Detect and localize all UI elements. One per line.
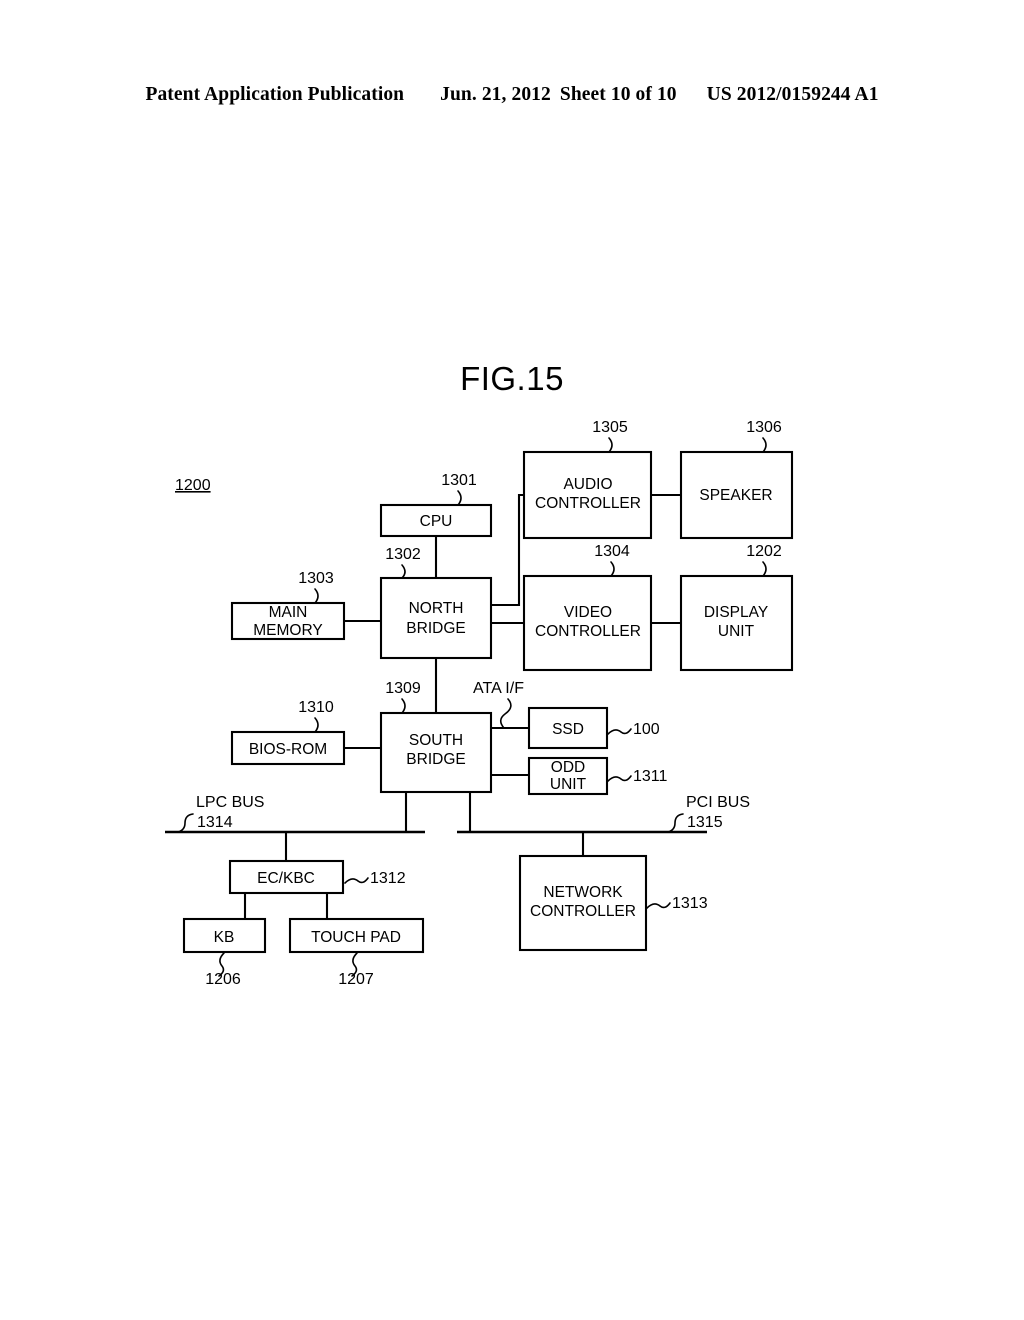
block-audio-controller-label-line2: CONTROLLER [535,495,641,512]
leader-1301 [457,490,462,506]
block-speaker-label: SPEAKER [699,487,772,504]
bus-label-lpc: LPC BUS [196,794,264,811]
block-odd-unit-label-line1: ODD [551,759,585,776]
ref-numeral-1301: 1301 [441,472,477,489]
leader-1303 [314,588,319,604]
interface-label-ata-if: ATA I/F [473,680,524,697]
leader-1304 [610,561,615,577]
ref-numeral-1303: 1303 [298,570,334,587]
leader-1305 [608,437,613,453]
system-ref-1200: 1200 [175,477,211,494]
block-touch-pad-label: TOUCH PAD [311,929,401,946]
ref-numeral-1312: 1312 [370,870,406,887]
leader-1314 [177,813,194,833]
block-odd-unit-label-line2: UNIT [550,776,587,793]
leader-1312 [344,877,369,884]
block-cpu-label: CPU [420,513,453,530]
ref-numeral-1305: 1305 [592,419,628,436]
block-display-unit-label-line2: UNIT [718,623,755,640]
block-main-memory-label-line2: MEMORY [253,622,322,639]
ref-numeral-1310: 1310 [298,699,334,716]
block-network-controller-label-line1: NETWORK [543,884,623,901]
block-south-bridge-label-line1: SOUTH [409,732,463,749]
block-audio-controller-label-line1: AUDIO [563,476,612,493]
block-north-bridge-label-line2: BRIDGE [406,620,465,637]
leader-1310 [314,717,319,733]
ref-numeral-1313: 1313 [672,895,708,912]
ref-numeral-1304: 1304 [594,543,630,560]
leader-1306 [762,437,767,453]
block-video-controller-label-line1: VIDEO [564,604,612,621]
ref-numeral-1314: 1314 [197,814,233,831]
leader-1302 [401,564,406,579]
leader-1315 [667,813,684,833]
ref-numeral-1311: 1311 [633,768,668,785]
block-south-bridge-label-line2: BRIDGE [406,751,465,768]
ref-numeral-1302: 1302 [385,546,421,563]
ref-numeral-100: 100 [633,721,660,738]
block-video-controller-label-line2: CONTROLLER [535,623,641,640]
block-main-memory-label-line1: MAIN [269,604,308,621]
leader-1313 [646,902,671,909]
figure-15: FIG.15 1200 CPU NORTH BRIDGE MAIN MEMORY… [0,0,1024,1320]
leader-1309 [401,698,406,714]
block-north-bridge-label-line1: NORTH [409,600,464,617]
block-network-controller-label-line2: CONTROLLER [530,903,636,920]
ref-numeral-1309: 1309 [385,680,421,697]
block-display-unit-label-line1: DISPLAY [704,604,768,621]
leader-1202 [762,561,767,577]
wire-north-bridge-audio-controller [491,493,524,607]
leader-ata-if [499,698,512,729]
leader-100 [607,728,632,735]
ref-numeral-1206: 1206 [205,971,241,988]
block-ec-kbc-label: EC/KBC [257,870,315,887]
leader-1311 [607,775,632,782]
block-bios-rom-label: BIOS-ROM [249,741,327,758]
block-north-bridge[interactable] [379,576,493,660]
patent-page: Patent Application Publication Jun. 21, … [0,0,1024,1320]
ref-numeral-1202: 1202 [746,543,782,560]
block-ssd-label: SSD [552,721,584,738]
bus-label-pci: PCI BUS [686,794,750,811]
figure-title: FIG.15 [460,360,564,397]
block-kb-label: KB [214,929,235,946]
ref-numeral-1315: 1315 [687,814,723,831]
ref-numeral-1207: 1207 [338,971,374,988]
ref-numeral-1306: 1306 [746,419,782,436]
